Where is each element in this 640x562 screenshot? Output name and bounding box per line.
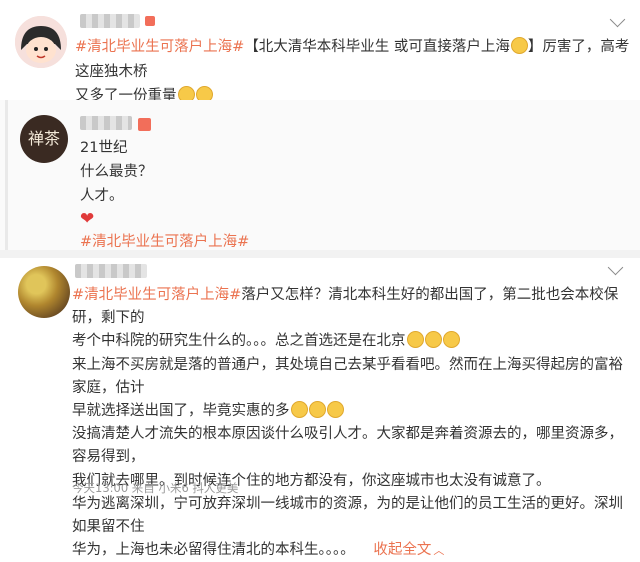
post-body: #清北毕业生可落户上海#【北大清华本科毕业生 或可直接落户上海 】厉害了，高考这座…	[75, 37, 630, 104]
collapse-fulltext-link[interactable]: 收起全文 ︿	[373, 542, 444, 558]
grin-emoji-icon	[406, 331, 424, 349]
repost-username[interactable]	[80, 116, 132, 130]
username[interactable]	[80, 14, 140, 28]
hashtag-link[interactable]: #清北毕业生可落户上海#	[75, 39, 244, 55]
repost-body: 21世纪 什么最贵？ 人才。 ❤ #清北毕业生可落户上海#	[80, 136, 620, 254]
grin-emoji-icon	[290, 401, 308, 419]
chevron-down-icon[interactable]	[609, 11, 626, 28]
smile-emoji-icon	[510, 37, 528, 54]
chevron-down-icon[interactable]	[607, 259, 624, 276]
post-card-2: #清北毕业生可落户上海#落户又怎样？清北本科生好的都出国了，第二批也会本校保研，…	[0, 258, 640, 558]
post-card-1: #清北毕业生可落户上海#【北大清华本科毕业生 或可直接落户上海 】厉害了，高考这座…	[0, 0, 640, 104]
heart-emoji-icon: ❤	[80, 209, 95, 229]
cartoon-girl-icon	[15, 16, 67, 68]
chevron-up-icon: ︿	[433, 544, 445, 558]
divider	[0, 250, 640, 258]
grin-emoji-icon	[308, 401, 326, 419]
grin-emoji-icon	[424, 331, 442, 349]
post-meta: 今天13:00 来自 小米6 抖人更美	[72, 481, 239, 495]
vip-badge	[145, 16, 155, 26]
post-body: #清北毕业生可落户上海#落户又怎样？清北本科生好的都出国了，第二批也会本校保研，…	[72, 287, 623, 559]
vip-badge	[138, 118, 151, 131]
repost-card: 禅茶 21世纪 什么最贵？ 人才。 ❤ #清北毕业生可落户上海#	[0, 100, 640, 250]
grin-emoji-icon	[326, 401, 344, 419]
user-avatar[interactable]	[18, 266, 70, 318]
repost-quote-bar	[5, 100, 8, 250]
username[interactable]	[75, 264, 147, 278]
grin-emoji-icon	[442, 331, 460, 349]
repost-avatar[interactable]: 禅茶	[20, 115, 68, 163]
hashtag-link[interactable]: #清北毕业生可落户上海#	[72, 287, 241, 303]
user-avatar[interactable]	[15, 16, 67, 68]
